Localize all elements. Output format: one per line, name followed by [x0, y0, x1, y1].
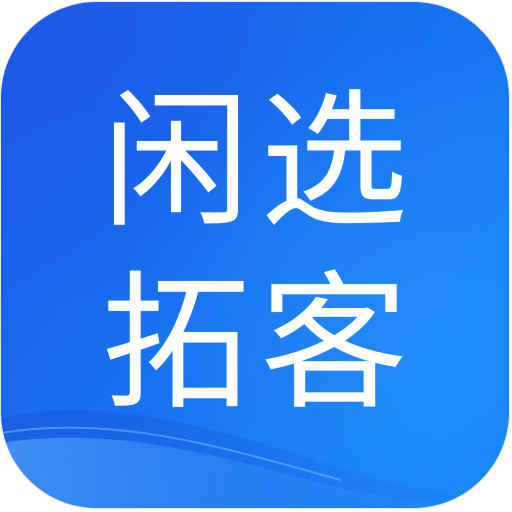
app-icon[interactable]: 闲选 拓客 — [1, 2, 509, 508]
app-name-line-2: 拓客 — [102, 258, 418, 430]
page: 闲选 拓客 — [0, 0, 512, 512]
app-name-line-1: 闲选 — [102, 76, 418, 248]
